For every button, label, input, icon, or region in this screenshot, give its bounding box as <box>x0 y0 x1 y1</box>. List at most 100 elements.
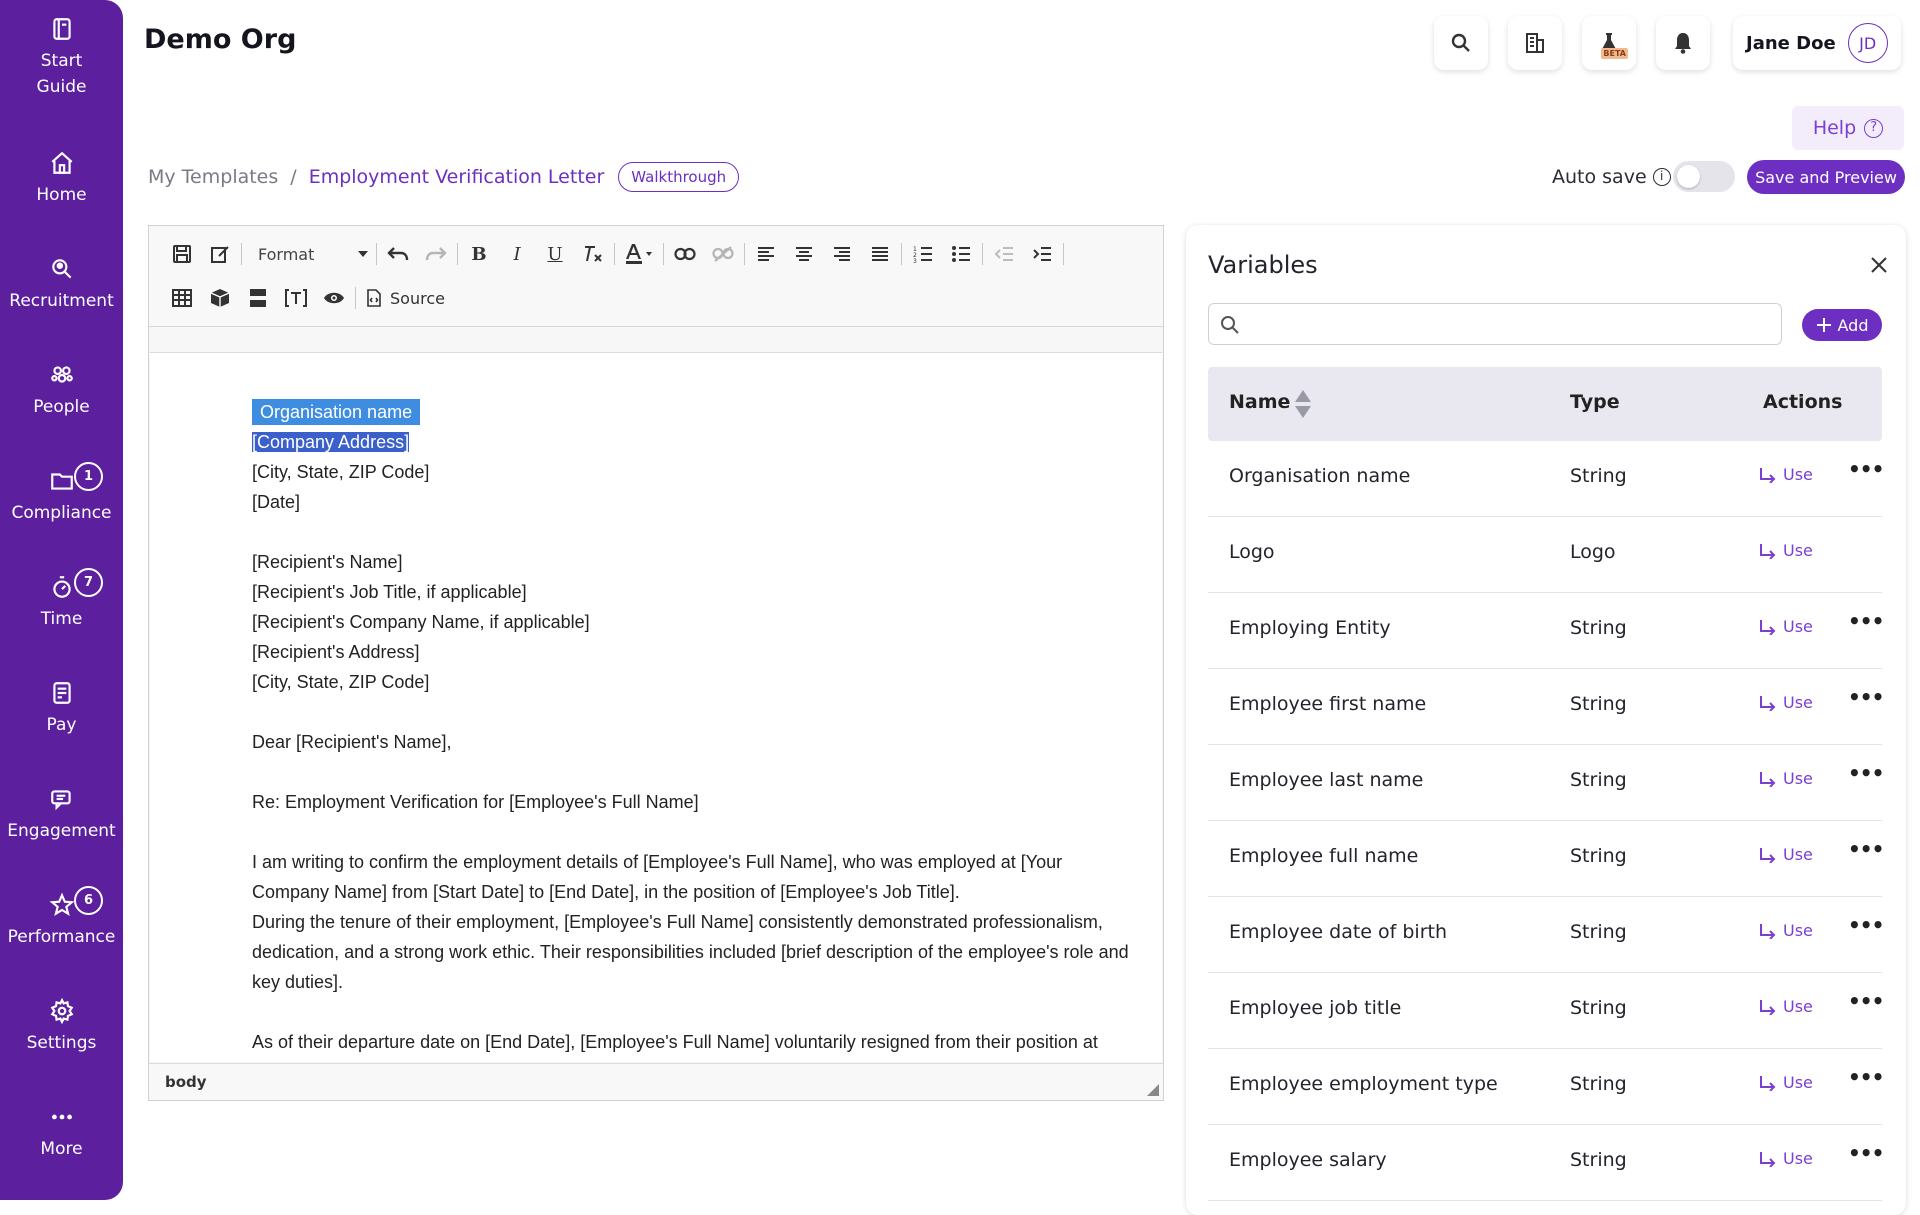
search-input[interactable] <box>1249 310 1769 338</box>
use-variable-button[interactable]: Use <box>1759 465 1813 484</box>
selected-text[interactable]: [Company Address] <box>250 431 411 453</box>
nav-pay[interactable]: Pay <box>0 680 123 738</box>
nav-more[interactable]: More <box>0 1104 123 1162</box>
align-center-button[interactable] <box>785 238 823 270</box>
format-dropdown[interactable]: Format <box>244 238 374 270</box>
use-label: Use <box>1783 769 1813 788</box>
star-icon <box>49 892 74 916</box>
add-variable-button[interactable]: Add <box>1802 309 1882 341</box>
doc-paragraph: During the tenure of their employment, [… <box>252 912 1129 992</box>
doc-subject: Re: Employment Verification for [Employe… <box>252 792 699 812</box>
variable-type: String <box>1570 617 1627 639</box>
template-field-button[interactable] <box>277 282 315 314</box>
align-left-button[interactable] <box>747 238 785 270</box>
element-path[interactable]: body <box>165 1073 207 1091</box>
unlink-button[interactable] <box>704 238 742 270</box>
more-actions-button[interactable]: ••• <box>1848 457 1884 481</box>
numbered-list-button[interactable]: 123 <box>904 238 942 270</box>
beta-badge: BETA <box>1601 48 1628 59</box>
resize-handle-icon[interactable] <box>1147 1084 1159 1096</box>
notification-badge: 6 <box>74 886 103 915</box>
undo-button[interactable] <box>379 238 417 270</box>
book-icon <box>52 18 71 40</box>
search-icon <box>1451 33 1470 52</box>
more-actions-button[interactable]: ••• <box>1848 761 1884 785</box>
insert-arrow-icon <box>1760 771 1776 787</box>
nav-compliance[interactable]: 1 Compliance <box>0 462 123 526</box>
use-variable-button[interactable]: Use <box>1759 769 1813 788</box>
align-right-button[interactable] <box>823 238 861 270</box>
redo-button[interactable] <box>417 238 455 270</box>
help-button[interactable]: Help ? <box>1792 106 1904 150</box>
nav-settings[interactable]: Settings <box>0 998 123 1056</box>
search-button[interactable] <box>1434 16 1488 70</box>
floppy-icon <box>173 245 191 263</box>
table-body: Organisation name String Use ••• Logo Logo Use… <box>1208 441 1884 1201</box>
nav-recruitment[interactable]: Recruitment <box>0 256 123 314</box>
autosave-toggle[interactable] <box>1673 161 1735 192</box>
use-variable-button[interactable]: Use <box>1759 845 1813 864</box>
nav-time[interactable]: 7 Time <box>0 568 123 632</box>
underline-button[interactable]: U <box>536 238 574 270</box>
labs-button[interactable]: BETA <box>1582 16 1636 70</box>
insert-arrow-icon <box>1760 695 1776 711</box>
use-variable-button[interactable]: Use <box>1759 617 1813 636</box>
use-variable-button[interactable]: Use <box>1759 997 1813 1016</box>
column-header-name[interactable]: Name <box>1229 391 1290 413</box>
indent-button[interactable] <box>1023 238 1061 270</box>
table-icon <box>172 289 192 307</box>
align-justify-button[interactable] <box>861 238 899 270</box>
edit-button[interactable] <box>201 238 239 270</box>
preview-button[interactable] <box>315 282 353 314</box>
more-actions-button[interactable]: ••• <box>1848 989 1884 1013</box>
variables-panel: Variables Add Name Type Actions Organisa… <box>1186 225 1906 1215</box>
outdent-button[interactable] <box>985 238 1023 270</box>
bullet-list-button[interactable] <box>942 238 980 270</box>
use-variable-button[interactable]: Use <box>1759 541 1813 560</box>
italic-button[interactable]: I <box>498 238 536 270</box>
document-body[interactable]: Organisation name [Company Address] [Cit… <box>250 397 1132 1057</box>
info-icon[interactable]: i <box>1652 168 1671 186</box>
more-actions-button[interactable]: ••• <box>1848 913 1884 937</box>
nav-people[interactable]: People <box>0 362 123 420</box>
use-variable-button[interactable]: Use <box>1759 1073 1813 1092</box>
nav-start-guide[interactable]: Start Guide <box>0 16 123 100</box>
link-button[interactable] <box>666 238 704 270</box>
clear-format-button[interactable] <box>574 238 612 270</box>
more-actions-button[interactable]: ••• <box>1848 609 1884 633</box>
save-doc-button[interactable] <box>163 238 201 270</box>
nav-performance[interactable]: 6 Performance <box>0 886 123 950</box>
use-variable-button[interactable]: Use <box>1759 693 1813 712</box>
text-color-button[interactable] <box>617 238 661 270</box>
close-icon[interactable] <box>1869 255 1889 275</box>
use-variable-button[interactable]: Use <box>1759 921 1813 940</box>
source-button[interactable]: Source <box>358 289 453 308</box>
organisation-button[interactable] <box>1508 16 1562 70</box>
toolbar-separator <box>982 243 983 265</box>
doc-line: [City, State, ZIP Code] <box>252 462 430 482</box>
use-variable-button[interactable]: Use <box>1759 1149 1813 1168</box>
walkthrough-button[interactable]: Walkthrough <box>618 162 740 192</box>
user-menu[interactable]: Jane Doe JD <box>1733 16 1901 70</box>
more-actions-button[interactable]: ••• <box>1848 685 1884 709</box>
bold-button[interactable]: B <box>460 238 498 270</box>
page-break-button[interactable] <box>239 282 277 314</box>
nav-label: Guide <box>36 77 87 97</box>
more-actions-button[interactable]: ••• <box>1848 1141 1884 1165</box>
breadcrumb-my-templates[interactable]: My Templates <box>148 166 278 188</box>
save-and-preview-button[interactable]: Save and Preview <box>1747 160 1905 194</box>
toolbar-separator <box>376 243 377 265</box>
editor-canvas[interactable]: Organisation name [Company Address] [Cit… <box>150 352 1162 1062</box>
more-actions-button[interactable]: ••• <box>1848 1065 1884 1089</box>
sort-icon[interactable] <box>1294 389 1312 419</box>
variable-tag[interactable]: Organisation name <box>252 399 421 425</box>
more-actions-button[interactable]: ••• <box>1848 837 1884 861</box>
doc-line: [Recipient's Job Title, if applicable] <box>252 582 527 602</box>
sidebar: Start Guide Home Recruitment People 1 Co… <box>0 0 123 1200</box>
table-button[interactable] <box>163 282 201 314</box>
nav-home[interactable]: Home <box>0 150 123 208</box>
nav-engagement[interactable]: Engagement <box>0 786 123 844</box>
svg-text:3: 3 <box>913 258 917 263</box>
notifications-button[interactable] <box>1656 16 1710 70</box>
insert-block-button[interactable] <box>201 282 239 314</box>
